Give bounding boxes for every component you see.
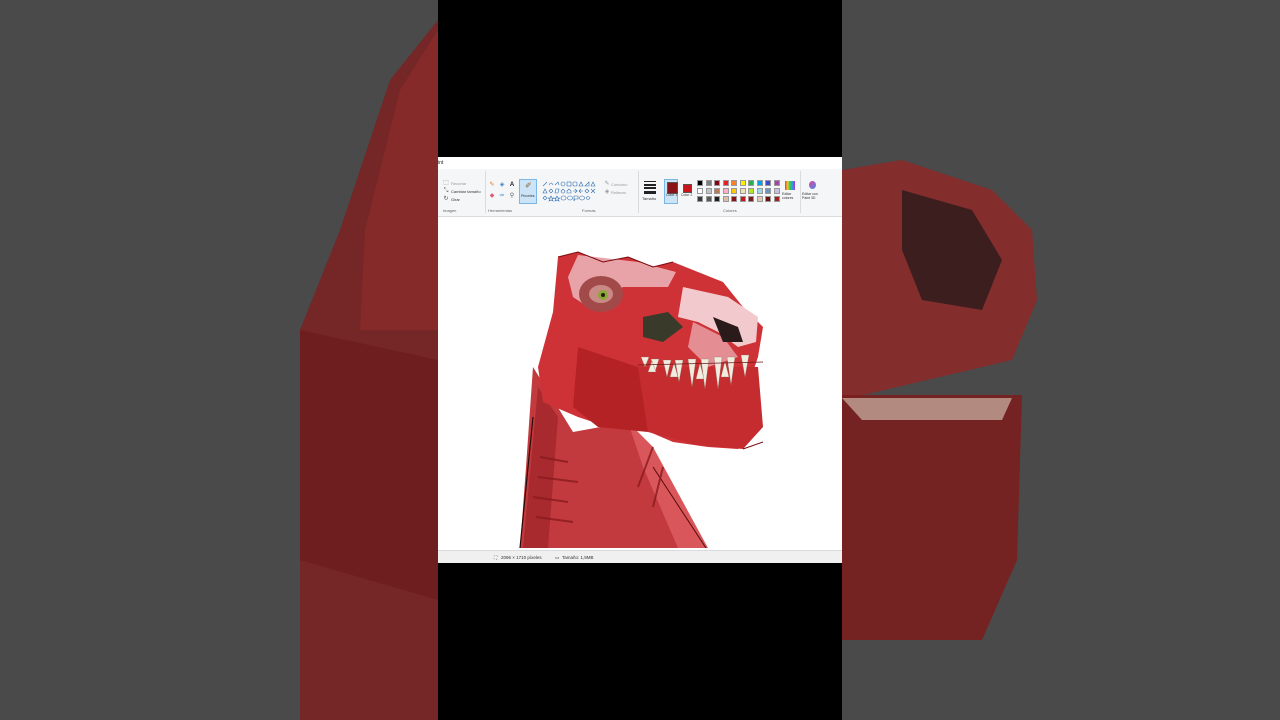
rotate-button[interactable]: Girar	[451, 197, 460, 202]
window-title: int	[438, 160, 444, 166]
color1-button[interactable]: Color 1	[664, 179, 678, 204]
palette-swatch[interactable]	[739, 196, 746, 202]
fill-bucket-icon[interactable]: ◈	[499, 182, 505, 188]
file-size-icon: ▭	[555, 555, 560, 560]
text-tool-icon[interactable]: A	[509, 182, 515, 188]
brushes-button[interactable]: ✐ Pinceles	[519, 179, 537, 204]
pencil-icon[interactable]: ✎	[489, 182, 495, 188]
palette-swatch[interactable]	[773, 188, 780, 194]
palette-swatch[interactable]	[756, 188, 763, 194]
right-blurred-background	[842, 0, 1280, 720]
color2-label: Color 2	[681, 193, 693, 197]
outline-dropdown[interactable]: Contorno	[611, 182, 627, 187]
shapes-icons	[542, 181, 596, 202]
group-label-colores: Colores	[723, 208, 737, 213]
size-label: Tamaño	[642, 196, 657, 201]
file-size: Tamaño: 1,9MB	[562, 555, 594, 560]
palette-swatch[interactable]	[748, 188, 754, 194]
paint3d-button[interactable]: Editar con Paint 3D	[802, 179, 824, 204]
size-button[interactable]: Tamaño	[642, 179, 658, 204]
palette-swatch[interactable]	[705, 180, 712, 186]
fill-dropdown[interactable]: Rellenar	[611, 190, 626, 195]
paint-window: int ⬚ Recortar ⤡ Cambiar tamaño ↻ Girar …	[438, 157, 842, 563]
left-blurred-background	[0, 0, 438, 720]
ribbon-separator	[485, 171, 486, 213]
group-label-herramientas: Herramientas	[488, 208, 513, 213]
palette-swatch[interactable]	[773, 196, 780, 202]
rotate-icon[interactable]: ↻	[443, 196, 449, 202]
magnifier-icon[interactable]: ⚲	[509, 193, 515, 199]
group-label-formas: Formas	[582, 208, 596, 213]
fill-icon[interactable]: ◈	[604, 189, 610, 195]
palette-swatch[interactable]	[739, 180, 746, 186]
color1-label: Color 1	[666, 193, 678, 197]
right-blurred-artwork	[842, 160, 1037, 640]
palette-swatch[interactable]	[765, 196, 771, 202]
palette-swatch[interactable]	[722, 196, 729, 202]
palette-swatch[interactable]	[756, 196, 763, 202]
palette-swatch[interactable]	[705, 196, 712, 202]
palette-swatch[interactable]	[714, 196, 720, 202]
ribbon-separator	[800, 171, 801, 213]
edit-colors-button[interactable]: Editar colores	[782, 179, 798, 204]
palette-swatch[interactable]	[756, 180, 763, 186]
palette-swatch[interactable]	[731, 180, 737, 186]
palette-swatch[interactable]	[705, 188, 712, 194]
ribbon: ⬚ Recortar ⤡ Cambiar tamaño ↻ Girar Imag…	[438, 169, 842, 217]
brush-icon: ✐	[525, 181, 532, 190]
palette-swatch[interactable]	[748, 180, 754, 186]
color-picker-icon[interactable]: ✑	[499, 193, 505, 199]
color-palette	[697, 180, 783, 204]
left-blurred-artwork	[300, 20, 438, 720]
title-bar: int	[438, 157, 842, 169]
color2-swatch	[683, 184, 692, 193]
palette-swatch[interactable]	[748, 196, 754, 202]
rainbow-palette-icon	[785, 181, 795, 190]
palette-swatch[interactable]	[765, 188, 771, 194]
group-label-imagen: Imagen	[443, 208, 457, 213]
palette-swatch[interactable]	[697, 188, 703, 194]
resize-button[interactable]: Cambiar tamaño	[451, 189, 481, 194]
drawing-canvas[interactable]	[438, 217, 842, 548]
palette-swatch[interactable]	[739, 188, 746, 194]
shapes-gallery[interactable]	[542, 181, 600, 204]
palette-swatch[interactable]	[731, 188, 737, 194]
color2-button[interactable]: Color 2	[681, 179, 693, 204]
image-dimensions: 2096 × 1710 píxeles	[501, 555, 542, 560]
paint3d-label: Editar con Paint 3D	[802, 192, 818, 200]
eraser-icon[interactable]: ◆	[489, 193, 495, 199]
palette-swatch[interactable]	[722, 180, 729, 186]
palette-swatch[interactable]	[773, 180, 780, 186]
palette-swatch[interactable]	[714, 188, 720, 194]
outline-icon[interactable]: ✎	[604, 181, 610, 187]
paint3d-icon	[809, 181, 816, 189]
palette-swatch[interactable]	[765, 180, 771, 186]
palette-swatch[interactable]	[714, 180, 720, 186]
dinosaur-artwork	[519, 251, 764, 548]
palette-swatch[interactable]	[722, 188, 729, 194]
status-bar: ⛶ 2096 × 1710 píxeles ▭ Tamaño: 1,9MB	[438, 550, 842, 563]
palette-swatch[interactable]	[731, 196, 737, 202]
brushes-label: Pinceles	[521, 194, 535, 198]
select-icon[interactable]: ⬚	[443, 180, 449, 186]
palette-swatch[interactable]	[697, 180, 703, 186]
ribbon-separator	[638, 171, 639, 213]
edit-colors-label: Editar colores	[782, 192, 794, 200]
crop-button[interactable]: Recortar	[451, 181, 466, 186]
resize-icon[interactable]: ⤡	[443, 188, 449, 194]
dimensions-icon: ⛶	[494, 555, 498, 560]
palette-swatch[interactable]	[697, 196, 703, 202]
